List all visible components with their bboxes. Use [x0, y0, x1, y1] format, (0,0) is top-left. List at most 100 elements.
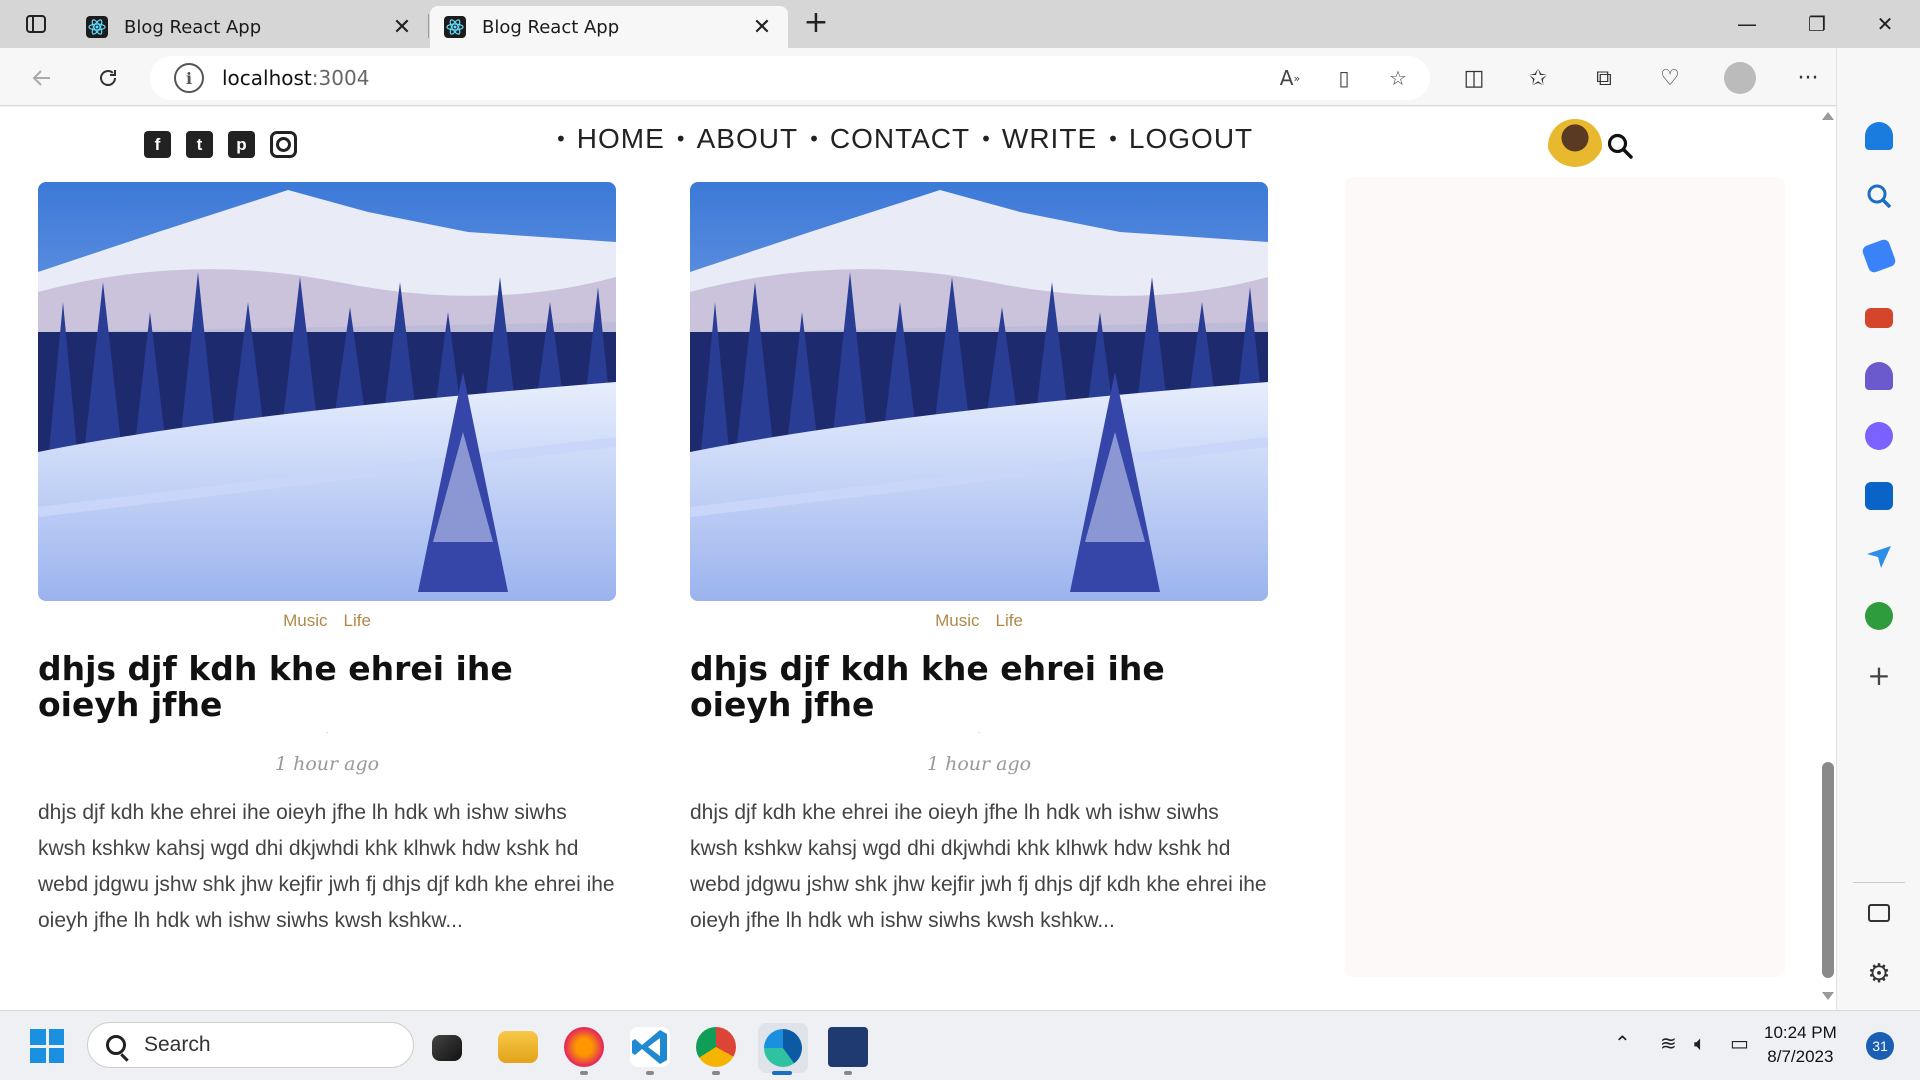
close-window-button[interactable]: ✕	[1862, 8, 1908, 40]
post-separator: .	[977, 726, 981, 735]
send-icon[interactable]	[1865, 542, 1893, 570]
tree-icon[interactable]	[1865, 602, 1893, 630]
instagram-icon[interactable]	[270, 131, 297, 158]
menu-about-link[interactable]: ABOUT	[697, 123, 798, 155]
active-indicator	[772, 1071, 792, 1075]
performance-icon[interactable]: ♡	[1652, 60, 1688, 96]
facebook-icon[interactable]: f	[144, 131, 171, 158]
wifi-icon[interactable]: ≋	[1660, 1031, 1677, 1055]
refresh-button[interactable]	[90, 60, 126, 96]
games-icon[interactable]	[1865, 362, 1893, 390]
url-text: localhost:3004	[222, 66, 370, 90]
page-viewport: f t p • HOME • ABOUT • CONTACT • WRITE •…	[0, 107, 1826, 1010]
read-aloud-icon[interactable]: A»	[1274, 62, 1306, 94]
tab-close-icon[interactable]: ✕	[390, 15, 414, 40]
profile-icon[interactable]	[1722, 60, 1758, 96]
split-screen-icon[interactable]: ◫	[1456, 60, 1492, 96]
tab-actions-icon	[26, 15, 46, 33]
clock-date: 8/7/2023	[1767, 1047, 1834, 1066]
clock-time: 10:24 PM	[1764, 1023, 1837, 1042]
refresh-icon	[100, 70, 116, 86]
windows-start-icon[interactable]	[30, 1029, 64, 1063]
tab-close-icon[interactable]: ✕	[750, 15, 774, 40]
search-icon[interactable]	[1607, 133, 1633, 159]
menu-write-link[interactable]: WRITE	[1002, 123, 1097, 155]
search-sidebar-icon[interactable]	[1865, 182, 1893, 210]
add-sidebar-app-icon[interactable]: +	[1865, 662, 1893, 690]
menu-bullet: •	[555, 127, 567, 151]
react-icon	[86, 16, 108, 38]
user-avatar[interactable]	[1548, 119, 1602, 173]
taskbar-search[interactable]: Search	[87, 1022, 414, 1068]
show-hidden-icons-chevron-icon[interactable]: ⌃	[1614, 1031, 1631, 1055]
blog-sidebar	[1345, 177, 1785, 977]
post-title[interactable]: dhjs djf kdh khe ehrei ihe oieyh jfhe	[690, 651, 1268, 723]
post-card[interactable]: Music Life dhjs djf kdh khe ehrei ihe oi…	[690, 182, 1268, 939]
edge-taskbar-icon[interactable]	[758, 1023, 808, 1073]
restore-button[interactable]: ❐	[1794, 8, 1840, 40]
taskbar-clock[interactable]: 10:24 PM 8/7/2023	[1764, 1021, 1837, 1069]
post-date: 1 hour ago	[274, 753, 380, 775]
minimize-button[interactable]: —	[1724, 8, 1770, 40]
tab-actions-button[interactable]	[14, 8, 58, 40]
outlook-icon[interactable]	[1865, 482, 1893, 510]
scrollbar-thumb[interactable]	[1822, 762, 1834, 978]
post-date: 1 hour ago	[926, 753, 1032, 775]
collections-icon[interactable]: ⧉	[1586, 60, 1622, 96]
battery-icon[interactable]: ▭	[1730, 1031, 1749, 1055]
menu-contact-link[interactable]: CONTACT	[830, 123, 970, 155]
twitter-icon[interactable]: t	[186, 131, 213, 158]
tab-strip: Blog React App ✕ Blog React App ✕ + — ❐ …	[0, 0, 1920, 48]
menu-home-link[interactable]: HOME	[577, 123, 665, 155]
tools-briefcase-icon[interactable]	[1865, 308, 1893, 328]
favorites-icon[interactable]: ✩	[1520, 60, 1556, 96]
running-indicator	[580, 1071, 588, 1075]
scroll-up-arrow-icon[interactable]	[1822, 112, 1834, 120]
tab-blog-react-app-1[interactable]: Blog React App ✕	[72, 6, 428, 48]
post-card[interactable]: Music Life dhjs djf kdh khe ehrei ihe oi…	[38, 182, 616, 939]
back-button[interactable]	[24, 60, 60, 96]
devtoys-icon[interactable]	[828, 1027, 868, 1067]
notification-bell-icon[interactable]	[1865, 122, 1893, 150]
volume-icon[interactable]: 🔈︎	[1694, 1031, 1706, 1055]
post-image[interactable]	[690, 182, 1268, 601]
menu-bullet: •	[980, 127, 992, 151]
post-image[interactable]	[38, 182, 616, 601]
microsoft-365-icon[interactable]	[1865, 422, 1893, 450]
react-icon	[444, 16, 466, 38]
category-music[interactable]: Music	[283, 611, 327, 631]
post-categories: Music Life	[690, 611, 1268, 631]
post-title[interactable]: dhjs djf kdh khe ehrei ihe oieyh jfhe	[38, 651, 616, 723]
menu-logout-link[interactable]: LOGOUT	[1129, 123, 1253, 155]
firefox-icon[interactable]	[564, 1027, 604, 1067]
file-explorer-icon[interactable]	[498, 1031, 538, 1063]
edge-sidebar: + ⚙	[1836, 48, 1920, 1010]
tab-blog-react-app-2[interactable]: Blog React App ✕	[430, 6, 788, 48]
chrome-icon[interactable]	[696, 1027, 736, 1067]
windows-taskbar: Search ⌃ ≋ 🔈︎ ▭ 10:24 PM 8/7/2023 31	[0, 1010, 1920, 1080]
social-icons: f t p	[144, 131, 297, 158]
notification-badge[interactable]: 31	[1866, 1032, 1894, 1060]
sidebar-divider	[1853, 882, 1905, 883]
site-info-icon[interactable]: i	[174, 63, 204, 93]
task-view-icon[interactable]	[432, 1035, 462, 1061]
running-indicator	[844, 1071, 852, 1075]
new-tab-button[interactable]: +	[800, 8, 832, 40]
vscode-icon[interactable]	[630, 1027, 670, 1067]
immersive-reader-icon[interactable]: ▯	[1328, 62, 1360, 94]
pinterest-icon[interactable]: p	[228, 131, 255, 158]
scroll-down-arrow-icon[interactable]	[1822, 992, 1834, 1000]
tab-title: Blog React App	[124, 16, 262, 38]
post-separator: .	[325, 726, 329, 735]
category-life[interactable]: Life	[343, 611, 370, 631]
category-music[interactable]: Music	[935, 611, 979, 631]
hide-sidebar-icon[interactable]	[1868, 904, 1890, 922]
post-description: dhjs djf kdh khe ehrei ihe oieyh jfhe lh…	[690, 801, 1267, 932]
address-bar[interactable]: i localhost:3004 A» ▯ ☆	[150, 56, 1430, 100]
taskbar-search-placeholder: Search	[144, 1033, 211, 1056]
shopping-tag-icon[interactable]	[1861, 238, 1897, 274]
more-options-icon[interactable]: ···	[1790, 60, 1826, 96]
category-life[interactable]: Life	[995, 611, 1022, 631]
settings-gear-icon[interactable]: ⚙	[1865, 960, 1893, 988]
favorite-star-icon[interactable]: ☆	[1382, 62, 1414, 94]
